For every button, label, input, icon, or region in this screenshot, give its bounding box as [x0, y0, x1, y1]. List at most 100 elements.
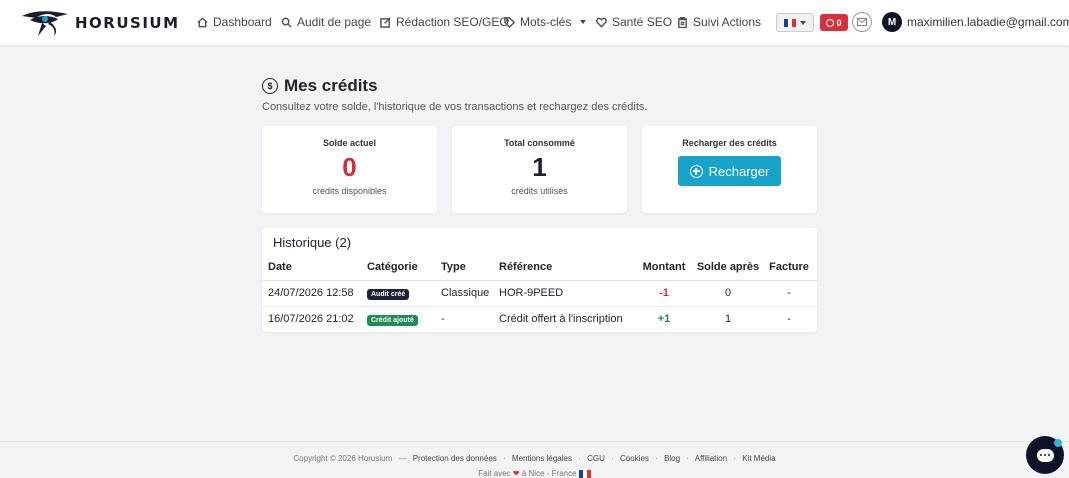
page-footer: Copyright © 2026 Horusium — Protection d…	[0, 441, 1069, 478]
row-amount: -1	[633, 280, 695, 307]
footer-link-media-kit[interactable]: Kit Média	[742, 454, 775, 463]
row-date: 16/07/2026 21:02	[268, 313, 354, 326]
page-subtitle: Consultez votre solde, l'historique de v…	[262, 101, 648, 113]
heart-pulse-icon	[596, 17, 607, 28]
row-type: Classique	[435, 280, 493, 307]
history-table: Date Catégorie Type Référence Montant So…	[262, 255, 817, 332]
recharge-button-label: Recharger	[708, 163, 770, 179]
consumed-card: Total consommé 1 crédits utilisés	[452, 126, 627, 213]
home-icon	[197, 16, 208, 27]
footer-link-cookies[interactable]: Cookies	[620, 454, 649, 463]
search-icon	[281, 17, 292, 28]
col-invoice: Facture	[761, 255, 817, 281]
chevron-down-icon	[580, 20, 587, 24]
col-reference: Référence	[493, 255, 633, 281]
col-amount: Montant	[633, 255, 695, 281]
row-invoice: -	[787, 313, 791, 326]
recharge-card: Recharger des crédits Recharger	[642, 126, 817, 213]
table-row: 16/07/2026 21:02 Crédit ajouté - Crédit …	[262, 306, 817, 332]
language-selector[interactable]	[776, 13, 814, 32]
row-invoice: -	[761, 280, 817, 307]
footer-separator: ·	[503, 454, 506, 463]
nav-actions-label: Suivi Actions	[693, 15, 762, 29]
nav-actions[interactable]: Suivi Actions	[677, 15, 761, 29]
col-type: Type	[435, 255, 493, 281]
chat-widget-button[interactable]	[1026, 436, 1064, 474]
footer-copyright: Copyright © 2026 Horusium	[293, 454, 393, 463]
messages-button[interactable]	[852, 12, 872, 32]
balance-card: Solde actuel 0 crédits disponibles	[262, 126, 437, 213]
nav-keywords-label: Mots-clés	[520, 15, 572, 29]
footer-link-affiliation[interactable]: Affiliation	[695, 454, 727, 463]
user-menu-dropdown[interactable]: maximilien.labadie@gmail.com	[907, 15, 1069, 29]
notification-dot	[1054, 439, 1062, 447]
french-flag-icon	[578, 469, 591, 478]
nav-redaction-label: Rédaction SEO/GEO	[396, 15, 509, 29]
page-header: $ Mes crédits Consultez votre solde, l'h…	[262, 76, 647, 113]
consumed-desc: crédits utilisés	[511, 186, 568, 196]
footer-separator: ·	[578, 454, 581, 463]
history-panel: Historique (2) Date Catégorie Type Référ…	[262, 228, 817, 332]
envelope-icon	[857, 18, 867, 26]
footer-made-with: Fait avec ❤ à Nice - France	[0, 469, 1069, 478]
nav-audit[interactable]: Audit de page	[281, 15, 371, 29]
nav-audit-label: Audit de page	[297, 15, 372, 29]
user-avatar[interactable]: M	[882, 12, 902, 32]
recharge-label: Recharger des crédits	[682, 138, 777, 148]
plus-circle-icon	[689, 164, 703, 178]
row-balance-after: 0	[695, 280, 761, 307]
row-amount: +1	[657, 313, 671, 326]
nav-seo-health[interactable]: Santé SEO	[596, 15, 672, 29]
footer-links-line: Copyright © 2026 Horusium — Protection d…	[0, 454, 1069, 463]
clipboard-icon	[678, 16, 687, 28]
nav-dashboard-label: Dashboard	[213, 15, 272, 29]
nav-redaction[interactable]: Rédaction SEO/GEO	[380, 15, 509, 29]
user-email: maximilien.labadie@gmail.com	[907, 15, 1069, 29]
nav-dashboard[interactable]: Dashboard	[197, 15, 272, 29]
row-reference: HOR-9PEED	[493, 280, 633, 307]
category-badge: Audit créé	[367, 288, 410, 300]
row-balance-after: 1	[724, 313, 732, 326]
horus-eye-logo-icon	[22, 11, 68, 36]
nav-seo-health-label: Santé SEO	[612, 15, 673, 29]
table-header-row: Date Catégorie Type Référence Montant So…	[262, 255, 817, 281]
footer-link-blog[interactable]: Blog	[664, 454, 680, 463]
col-date: Date	[262, 255, 361, 281]
col-balance-after: Solde après	[695, 255, 761, 281]
category-badge: Crédit ajouté	[367, 314, 418, 326]
row-category: Crédit ajouté	[361, 306, 435, 332]
chevron-down-icon	[800, 20, 806, 25]
balance-label: Solde actuel	[322, 138, 376, 148]
footer-separator: ·	[733, 454, 736, 463]
nav-keywords-dropdown[interactable]: Mots-clés	[504, 15, 587, 29]
footer-separator: ·	[655, 454, 658, 463]
made-with-suffix: à Nice - France	[521, 469, 577, 478]
top-navbar: HORUSIUM Dashboard Audit de page Rédacti…	[0, 0, 1069, 45]
chat-bubble-icon	[1036, 448, 1054, 462]
balance-desc: crédits disponibles	[312, 186, 387, 196]
footer-separator: ·	[611, 454, 614, 463]
french-flag-icon	[784, 18, 796, 27]
footer-separator: —	[398, 454, 407, 463]
col-category: Catégorie	[361, 255, 435, 281]
table-row: 24/07/2026 12:58 Audit créé Classique HO…	[262, 280, 817, 307]
brand-logo-link[interactable]: HORUSIUM	[20, 8, 180, 38]
consumed-label: Total consommé	[504, 138, 575, 148]
balance-value: 0	[342, 152, 357, 182]
row-category: Audit créé	[361, 280, 435, 307]
footer-link-legal[interactable]: Mentions légales	[512, 454, 572, 463]
history-title: Historique (2)	[273, 235, 352, 250]
edit-icon	[380, 16, 391, 28]
coin-icon	[826, 18, 835, 27]
credits-badge-count: 0	[836, 17, 842, 28]
recharge-button[interactable]: Recharger	[677, 156, 782, 186]
made-with-prefix: Fait avec	[478, 469, 511, 478]
heart-icon: ❤	[512, 469, 520, 478]
dollar-circle-icon: $	[262, 78, 278, 94]
footer-link-cgu[interactable]: CGU	[587, 454, 605, 463]
row-type: -	[441, 313, 445, 326]
credits-badge[interactable]: 0	[820, 14, 848, 31]
footer-link-privacy[interactable]: Protection des données	[413, 454, 497, 463]
brand-name: HORUSIUM	[75, 14, 180, 32]
page-title: Mes crédits	[284, 76, 378, 95]
